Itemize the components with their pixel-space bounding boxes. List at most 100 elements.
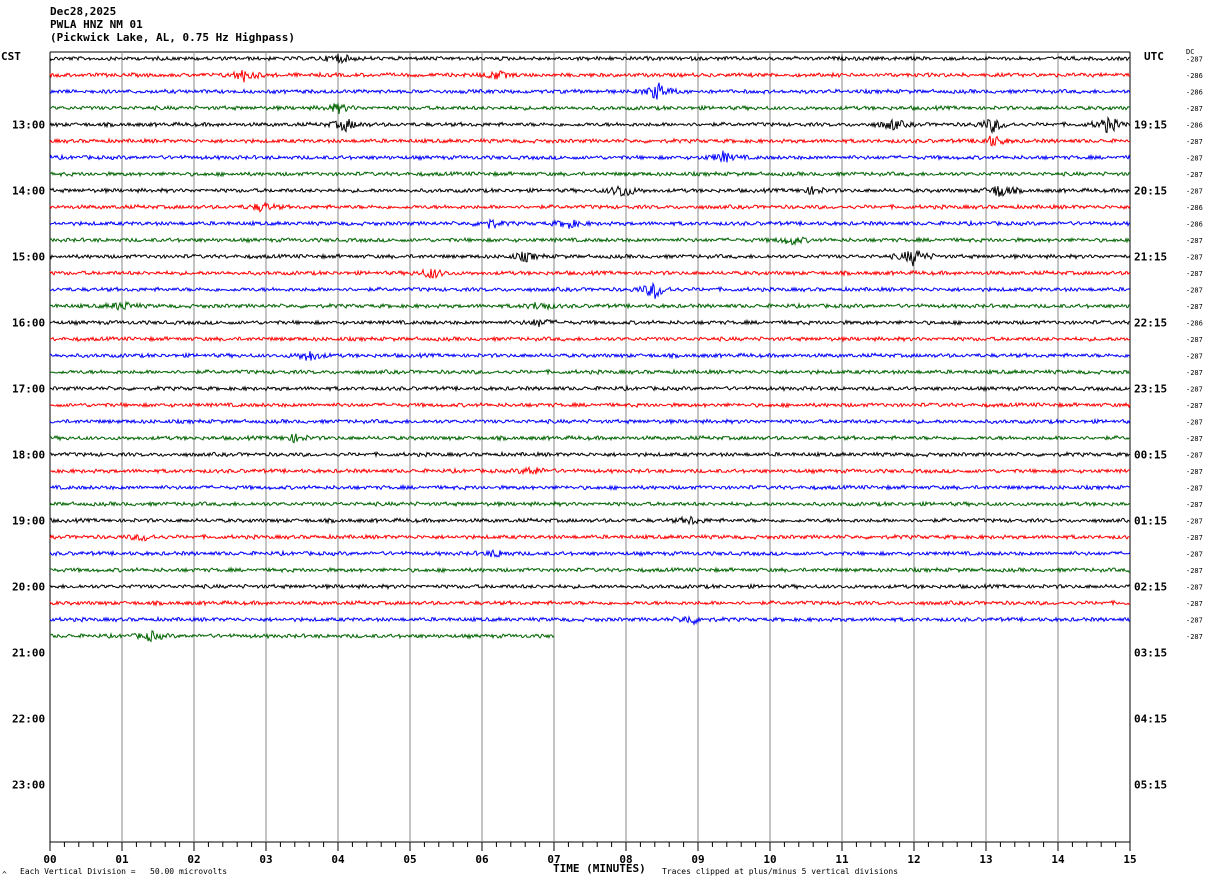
dc-offset-label: -286: [1186, 72, 1203, 80]
seismic-trace: [49, 465, 1131, 476]
dc-offset-label: -287: [1186, 551, 1203, 559]
dc-offset-label: -287: [1186, 468, 1203, 476]
dc-offset-label: -287: [1186, 534, 1203, 542]
utc-hour-label: 02:15: [1134, 581, 1167, 594]
cst-hour-label: 17:00: [12, 383, 45, 396]
seismic-trace: [49, 483, 1131, 492]
x-tick-label: 06: [475, 853, 489, 866]
dc-offset-label: -287: [1186, 452, 1203, 460]
seismic-trace: [50, 630, 555, 643]
cst-hour-label: 18:00: [12, 449, 45, 462]
seismic-trace: [49, 150, 1131, 163]
dc-offset-label: -287: [1186, 287, 1203, 295]
utc-hour-label: 01:15: [1134, 515, 1167, 528]
x-tick-label: 02: [187, 853, 200, 866]
seismic-trace: [49, 135, 1131, 147]
seismic-trace: [49, 82, 1131, 100]
dc-offset-label: -287: [1186, 171, 1203, 179]
dc-offset-label: -287: [1186, 435, 1203, 443]
corner-mark: ^: [2, 870, 7, 879]
dc-offset-label: -287: [1186, 237, 1203, 245]
seismic-trace: [49, 417, 1131, 426]
utc-hour-label: 00:15: [1134, 449, 1167, 462]
x-tick-label: 12: [907, 853, 920, 866]
seismic-trace: [49, 515, 1131, 526]
seismic-trace: [49, 115, 1131, 135]
dc-offset-label: -287: [1186, 567, 1203, 575]
dc-offset-label: -287: [1186, 584, 1203, 592]
seismic-trace: [49, 500, 1131, 508]
cst-hour-label: 21:00: [12, 647, 45, 660]
seismic-trace: [49, 318, 1131, 327]
cst-hour-label: 20:00: [12, 581, 45, 594]
seismic-trace: [50, 335, 1131, 343]
seismic-trace: [49, 267, 1131, 279]
utc-hour-label: 20:15: [1134, 185, 1167, 198]
cst-hour-label: 16:00: [12, 317, 45, 330]
x-tick-label: 13: [979, 853, 992, 866]
seismic-trace: [49, 236, 1131, 247]
x-tick-label: 15: [1123, 853, 1136, 866]
x-tick-label: 03: [259, 853, 272, 866]
utc-hour-label: 23:15: [1134, 383, 1167, 396]
dc-offset-label: -287: [1186, 188, 1203, 196]
utc-hour-label: 04:15: [1134, 713, 1167, 726]
clip-note: Traces clipped at plus/minus 5 vertical …: [662, 867, 899, 876]
utc-hour-label: 21:15: [1134, 251, 1167, 264]
dc-offset-label: -287: [1186, 600, 1203, 608]
seismic-trace: [49, 103, 1131, 114]
dc-offset-label: -287: [1186, 369, 1203, 377]
cst-hour-label: 22:00: [12, 713, 45, 726]
seismic-trace: [49, 599, 1131, 607]
seismic-trace: [49, 185, 1131, 197]
dc-offset-label: -286: [1186, 89, 1203, 97]
utc-hour-label: 05:15: [1134, 779, 1167, 792]
dc-offset-label: -287: [1186, 386, 1203, 394]
seismic-trace: [49, 433, 1131, 444]
cst-hour-label: 13:00: [12, 119, 45, 132]
seismic-trace: [49, 53, 1131, 65]
seismic-trace: [49, 249, 1131, 267]
seismic-trace: [49, 218, 1131, 230]
dc-offset-label: -287: [1186, 617, 1203, 625]
x-tick-label: 09: [691, 853, 704, 866]
cst-hour-label: 23:00: [12, 779, 45, 792]
seismic-trace: [49, 281, 1131, 299]
utc-hour-label: 22:15: [1134, 317, 1167, 330]
dc-offset-label: -287: [1186, 105, 1203, 113]
dc-offset-label: -287: [1186, 633, 1203, 641]
dc-offset-label: -287: [1186, 402, 1203, 410]
x-tick-label: 05: [403, 853, 416, 866]
seismic-trace: [49, 549, 1131, 558]
x-tick-label: 00: [43, 853, 56, 866]
x-axis-title: TIME (MINUTES): [553, 862, 646, 875]
seismic-trace: [49, 566, 1131, 574]
seismic-trace: [49, 300, 1131, 312]
x-tick-label: 10: [763, 853, 776, 866]
dc-offset-label: -287: [1186, 270, 1203, 278]
x-tick-label: 11: [835, 853, 849, 866]
dc-offset-label: -287: [1186, 353, 1203, 361]
dc-offset-label: -287: [1186, 419, 1203, 427]
x-tick-label: 04: [331, 853, 345, 866]
seismic-trace: [49, 615, 1131, 626]
scale-note: Each Vertical Division = 50.00 microvolt…: [20, 867, 228, 876]
utc-hour-label: 19:15: [1134, 119, 1167, 132]
dc-offset-label: -287: [1186, 518, 1203, 526]
cst-hour-label: 19:00: [12, 515, 45, 528]
dc-offset-label: -287: [1186, 501, 1203, 509]
dc-offset-label: -286: [1186, 320, 1203, 328]
dc-offset-label: -287: [1186, 56, 1203, 64]
dc-offset-label: -287: [1186, 336, 1203, 344]
cst-hour-label: 14:00: [12, 185, 45, 198]
dc-offset-label: -287: [1186, 138, 1203, 146]
dc-offset-label: -287: [1186, 155, 1203, 163]
dc-offset-label: -287: [1186, 485, 1203, 493]
dc-offset-label: -287: [1186, 303, 1203, 311]
seismic-trace: [50, 170, 1131, 178]
x-tick-label: 14: [1051, 853, 1065, 866]
seismic-trace: [49, 533, 1130, 542]
seismic-trace: [49, 368, 1131, 376]
seismic-trace: [49, 450, 1131, 459]
cst-hour-label: 15:00: [12, 251, 45, 264]
